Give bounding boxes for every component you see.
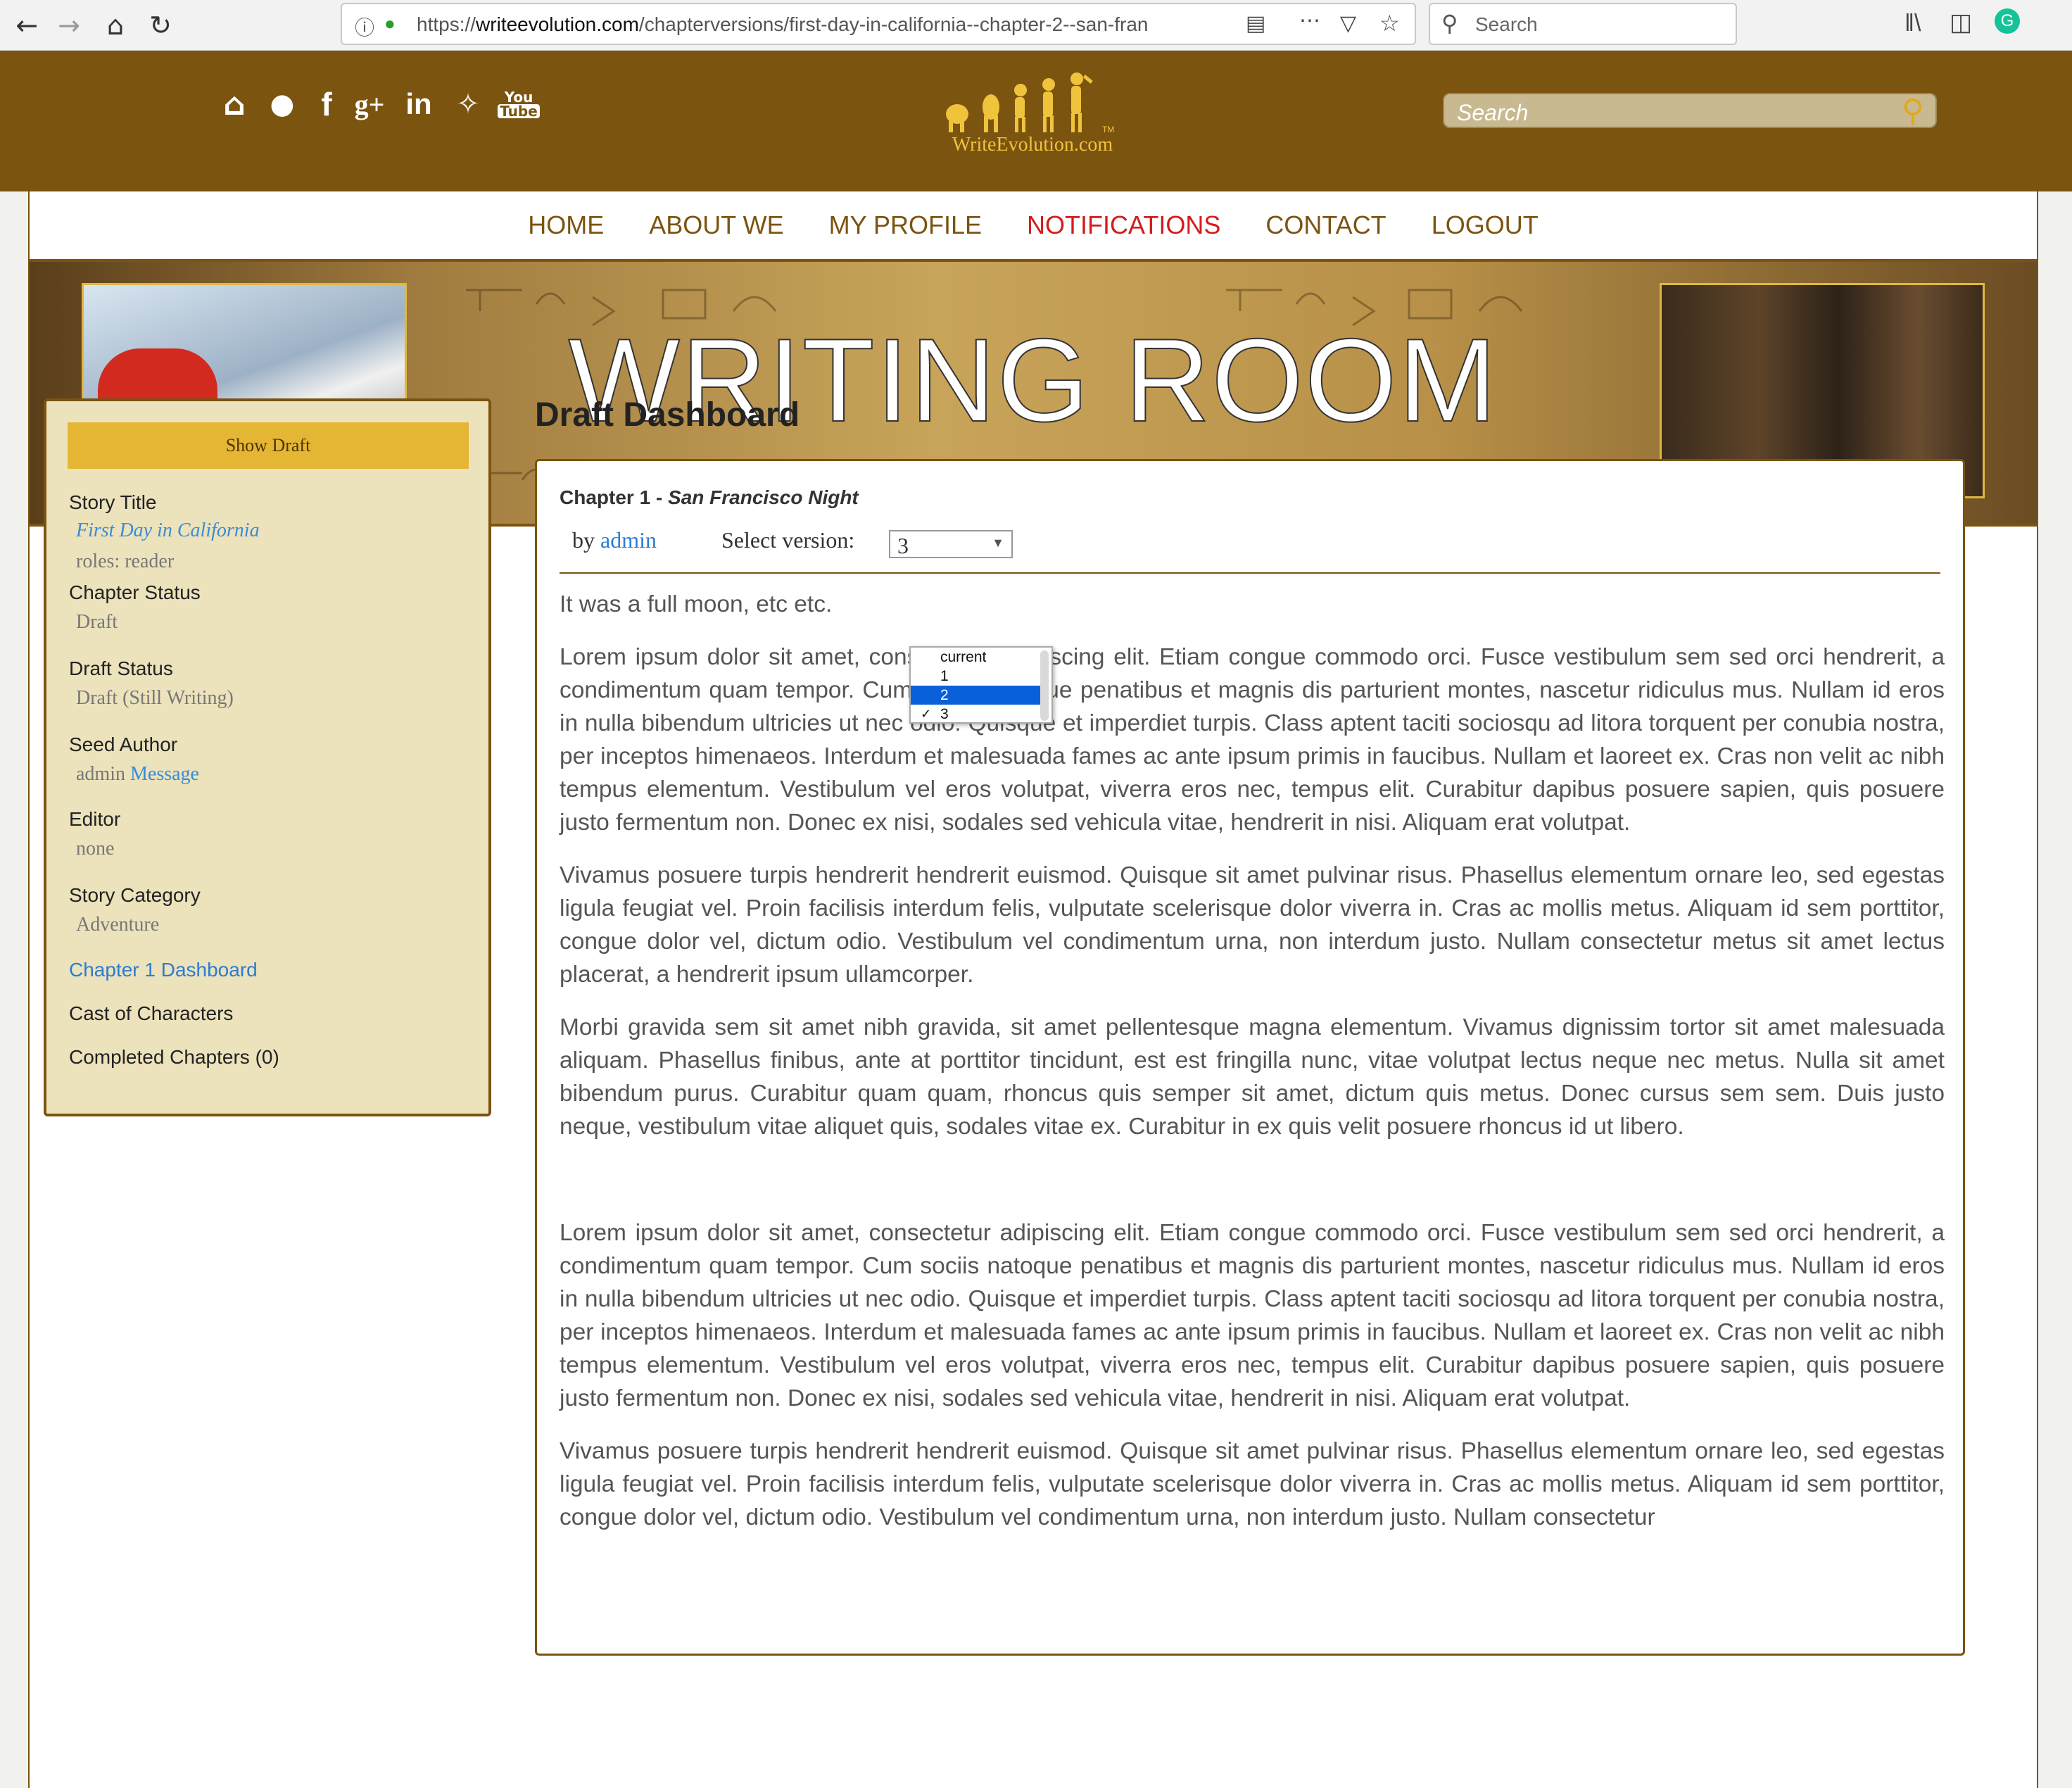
editor-label: Editor (69, 808, 121, 830)
url-text[interactable]: https://writeevolution.com/chapterversio… (417, 13, 1233, 36)
pocket-icon[interactable]: ▽ (1340, 11, 1356, 36)
user-icon[interactable]: ● (265, 84, 300, 124)
google-plus-icon[interactable]: g+ (352, 84, 387, 124)
reload-icon[interactable]: ↻ (141, 6, 180, 45)
chapter-heading: Chapter 1 - San Francisco Night (560, 486, 859, 509)
version-option-3[interactable]: ✓ 3 (911, 705, 1040, 724)
version-option-current[interactable]: current (911, 648, 1040, 667)
search-icon[interactable]: ⚲ (1902, 93, 1924, 129)
roles-text: roles: reader (76, 550, 175, 572)
linkedin-icon[interactable]: in (401, 84, 436, 124)
browser-toolbar: ← → ⌂ ↻ ⓘ ● https://writeevolution.com/c… (0, 0, 2072, 51)
divider (560, 572, 1940, 574)
story-category-label: Story Category (69, 884, 201, 906)
draft-status-label: Draft Status (69, 657, 173, 679)
nav-my-profile[interactable]: MY PROFILE (829, 210, 982, 240)
site-header: ⌂ ● f g+ in ✧ You Tube TM WriteEvolution… (0, 51, 2072, 191)
paragraph: Vivamus posuere turpis hendrerit hendrer… (560, 862, 1945, 988)
browser-search-input[interactable]: ⚲ Search (1429, 3, 1737, 45)
library-icon[interactable]: ‖\ (1904, 10, 1921, 37)
story-title-label: Story Title (69, 491, 157, 513)
paragraph-spacer (560, 1163, 1945, 1216)
more-icon[interactable]: ⋯ (1299, 8, 1320, 33)
facebook-icon[interactable]: f (312, 84, 341, 124)
reader-icon[interactable]: ▤ (1246, 11, 1265, 36)
paragraph: Morbi gravida sem sit amet nibh gravida,… (560, 1014, 1945, 1140)
logo-tm: TM (1102, 125, 1114, 134)
sidebar-icon[interactable]: ◫ (1950, 8, 1972, 37)
chapter-text: It was a full moon, etc etc. Lorem ipsum… (560, 588, 1945, 1554)
editor-value: none (76, 838, 115, 860)
version-select-value: 3 (897, 533, 909, 558)
paragraph: Lorem ipsum dolor sit amet, consectetur … (560, 644, 1945, 836)
checkmark-icon: ✓ (921, 707, 932, 721)
completed-chapters-link[interactable]: Completed Chapters (0) (69, 1046, 279, 1069)
site-search-input[interactable]: Search ⚲ (1443, 93, 1937, 129)
home-icon[interactable]: ⌂ (217, 84, 252, 124)
story-category-value: Adventure (76, 914, 160, 936)
version-option-1[interactable]: 1 (911, 667, 1040, 686)
seed-author-label: Seed Author (69, 734, 178, 755)
home-icon[interactable]: ⌂ (96, 6, 135, 45)
draft-panel: Chapter 1 - San Francisco Night by admin… (535, 459, 1965, 1656)
nav-logout[interactable]: LOGOUT (1432, 210, 1539, 240)
chevron-down-icon: ▼ (992, 536, 1004, 550)
cast-of-characters-link[interactable]: Cast of Characters (69, 1002, 233, 1025)
by-prefix: by (572, 527, 600, 553)
evolution-logo-icon: TM (946, 73, 1114, 134)
youtube-label-bottom: Tube (498, 104, 540, 118)
story-sidebar: Show Draft Story Title First Day in Cali… (44, 398, 491, 1116)
main-nav: HOME ABOUT WE MY PROFILE NOTIFICATIONS C… (30, 191, 2037, 259)
chapter-status-value: Draft (76, 611, 118, 633)
paragraph: Vivamus posuere turpis hendrerit hendrer… (560, 1438, 1945, 1530)
nav-about[interactable]: ABOUT WE (649, 210, 783, 240)
version-label: Select version: (721, 527, 855, 553)
author-link[interactable]: admin (600, 527, 657, 553)
chapter-status-label: Chapter Status (69, 581, 201, 603)
seed-author-row: admin Message (76, 763, 199, 786)
version-dropdown-list[interactable]: current 1 2 ✓ 3 (909, 646, 1053, 724)
draft-status-value: Draft (Still Writing) (76, 687, 234, 709)
story-title-value-row: First Day in California (76, 520, 260, 542)
seed-author-value: admin (76, 763, 125, 785)
show-draft-button[interactable]: Show Draft (68, 422, 469, 469)
nav-contact[interactable]: CONTACT (1265, 210, 1386, 240)
message-link[interactable]: Message (130, 763, 199, 785)
youtube-label-top: You (504, 89, 533, 106)
chapter-name: San Francisco Night (668, 486, 859, 508)
version-option-3-label: 3 (940, 706, 949, 722)
forward-arrow-icon[interactable]: → (49, 6, 89, 45)
nav-notifications[interactable]: NOTIFICATIONS (1027, 210, 1220, 240)
paragraph: It was a full moon, etc etc. (560, 591, 833, 617)
browser-search-placeholder: Search (1475, 13, 1538, 35)
version-select[interactable]: 3 ▼ (889, 530, 1013, 558)
bookmark-star-icon[interactable]: ☆ (1379, 10, 1400, 37)
version-option-2[interactable]: 2 (911, 686, 1040, 705)
page-title: Draft Dashboard (535, 396, 800, 434)
author-line: by admin (572, 527, 657, 553)
story-title-link[interactable]: First Day in California (76, 520, 260, 541)
twitter-icon[interactable]: ✧ (450, 84, 486, 124)
search-icon: ⚲ (1441, 11, 1458, 36)
back-arrow-icon[interactable]: ← (7, 6, 46, 45)
info-icon[interactable]: ⓘ (355, 13, 374, 41)
lock-icon: ● (384, 13, 396, 34)
nav-home[interactable]: HOME (528, 210, 604, 240)
logo-text: WriteEvolution.com (952, 134, 1113, 156)
dropdown-scrollbar[interactable] (1040, 650, 1049, 721)
grammarly-icon[interactable]: G (1995, 8, 2020, 34)
chapter-dashboard-link[interactable]: Chapter 1 Dashboard (69, 959, 258, 981)
chapter-prefix: Chapter 1 - (560, 486, 669, 508)
site-search-placeholder: Search (1457, 100, 1529, 125)
paragraph: Lorem ipsum dolor sit amet, consectetur … (560, 1220, 1945, 1411)
address-bar[interactable]: ⓘ ● https://writeevolution.com/chapterve… (341, 3, 1416, 45)
youtube-icon[interactable]: You Tube (498, 84, 540, 124)
